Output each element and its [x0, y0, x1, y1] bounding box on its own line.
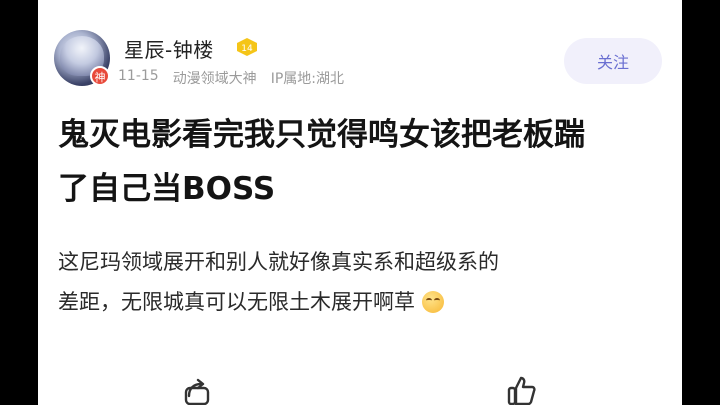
username[interactable]: 星辰-钟楼 — [124, 34, 214, 63]
post-title-line: 鬼灭电影看完我只觉得鸣女该把老板踹 — [58, 117, 585, 153]
post-date: 11-15 — [118, 68, 159, 84]
user-title-tag: 动漫领域大神 — [172, 71, 257, 87]
post-body-line-2: 差距，无限城真可以无限土木展开啊草 — [58, 282, 670, 322]
post-title-line: 了自己当BOSS — [58, 171, 276, 207]
ip-location: IP属地:湖北 — [270, 71, 344, 87]
follow-button[interactable]: 关注 — [564, 38, 662, 84]
share-icon[interactable] — [181, 374, 213, 405]
post-meta: 11-15 动漫领域大神 IP属地:湖北 — [118, 68, 344, 88]
post-body-line: 这尼玛领域展开和别人就好像真实系和超级系的 — [58, 250, 499, 274]
like-icon[interactable] — [506, 374, 538, 405]
grinning-squint-emoji-icon — [421, 291, 444, 313]
post-body: 这尼玛领域展开和别人就好像真实系和超级系的 差距，无限城真可以无限土木展开啊草 — [58, 242, 670, 322]
post-card: 神 星辰-钟楼 14 11-15 动漫领域大神 IP属地:湖北 关注 鬼灭电影看… — [38, 0, 682, 405]
level-number: 14 — [241, 44, 253, 54]
level-badge-icon: 14 — [237, 38, 257, 56]
post-title: 鬼灭电影看完我只觉得鸣女该把老板踹 了自己当BOSS — [58, 108, 668, 216]
god-badge: 神 — [90, 66, 110, 86]
